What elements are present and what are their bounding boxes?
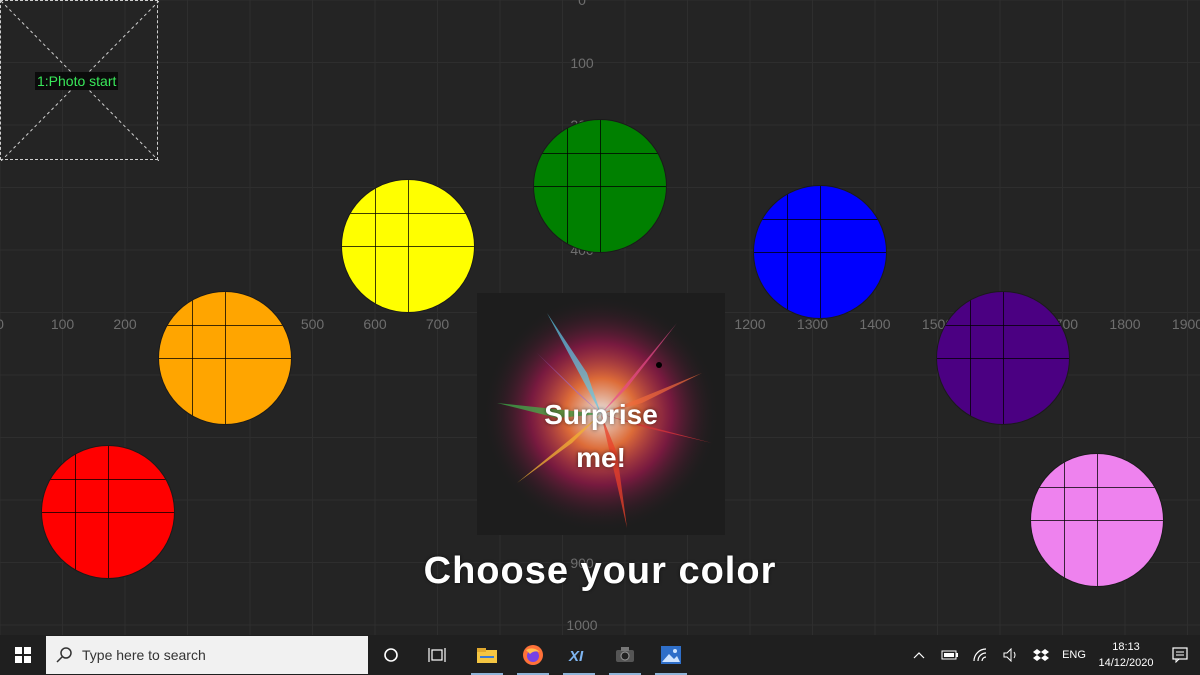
clock-date: 14/12/2020 — [1098, 657, 1154, 669]
action-center-button[interactable] — [1160, 635, 1200, 675]
chevron-up-icon — [913, 652, 925, 659]
circle-grid-line — [970, 292, 971, 424]
y-axis-tick-label: 0 — [578, 0, 586, 8]
circle-grid-line — [567, 120, 568, 252]
color-option-orange[interactable] — [158, 291, 292, 425]
circle-grid-line — [937, 358, 1069, 359]
dropbox-tray[interactable] — [1026, 635, 1056, 675]
circle-grid-line — [534, 153, 666, 154]
cortana-icon — [384, 648, 398, 662]
clock[interactable]: 18:13 14/12/2020 — [1092, 635, 1160, 675]
color-option-blue[interactable] — [753, 185, 887, 319]
taskbar-app-camera[interactable] — [602, 635, 648, 675]
surprise-line-2: me! — [576, 442, 626, 473]
search-icon — [56, 647, 72, 663]
task-view-button[interactable] — [414, 635, 460, 675]
circle-grid-line — [754, 219, 886, 220]
circle-grid-line — [1031, 520, 1163, 521]
circle-grid-line — [754, 252, 886, 253]
x-axis-tick-label: 1900 — [1171, 316, 1200, 332]
x-axis-tick-label: 1200 — [734, 316, 766, 332]
page-title: Choose your color — [423, 550, 777, 592]
surprise-me-label: Surprise me! — [477, 393, 725, 479]
start-button[interactable] — [0, 635, 46, 675]
circle-grid-line — [42, 512, 174, 513]
circle-grid-line — [42, 479, 174, 480]
circle-grid-line — [342, 213, 474, 214]
circle-grid-line — [1031, 487, 1163, 488]
windows-logo-icon — [15, 647, 31, 663]
color-option-green[interactable] — [533, 119, 667, 253]
camera-app-icon — [616, 647, 634, 662]
taskbar-search-box[interactable]: Type here to search — [46, 636, 368, 674]
notification-icon — [1172, 647, 1188, 663]
surprise-line-1: Surprise — [544, 399, 658, 430]
network-status[interactable] — [966, 635, 996, 675]
search-placeholder: Type here to search — [82, 647, 206, 663]
taskbar-app-file-explorer[interactable] — [464, 635, 510, 675]
wifi-icon — [973, 648, 987, 662]
circle-grid-line — [787, 186, 788, 318]
circle-grid-line — [192, 292, 193, 424]
circle-grid-line — [342, 246, 474, 247]
photos-icon — [661, 646, 681, 664]
x-axis-tick-label: 0 — [0, 316, 4, 332]
color-option-indigo[interactable] — [936, 291, 1070, 425]
taskbar-app-photos[interactable] — [648, 635, 694, 675]
xi-app-icon: XI — [568, 648, 584, 664]
speaker-icon — [1003, 648, 1016, 662]
circle-grid-line — [159, 325, 291, 326]
circle-grid-line — [534, 186, 666, 187]
photo-start-placeholder[interactable]: 1:Photo start — [0, 0, 159, 161]
task-view-icon — [428, 648, 446, 662]
cortana-button[interactable] — [368, 635, 414, 675]
show-hidden-icons-button[interactable] — [904, 635, 934, 675]
input-language[interactable]: ENG — [1056, 635, 1092, 675]
x-axis-tick-label: 200 — [113, 316, 137, 332]
battery-status[interactable] — [934, 635, 966, 675]
x-axis-tick-label: 500 — [300, 316, 325, 332]
x-axis-tick-label: 700 — [425, 316, 450, 332]
volume-control[interactable] — [996, 635, 1026, 675]
y-axis-tick-label: 1000 — [566, 617, 598, 633]
file-explorer-icon — [477, 648, 497, 663]
battery-icon — [941, 650, 958, 660]
taskbar: Type here to search XI ENG 18:13 14/12/2… — [0, 635, 1200, 675]
surprise-me-button[interactable]: Surprise me! — [477, 293, 725, 535]
circle-grid-line — [937, 325, 1069, 326]
x-axis-tick-label: 100 — [50, 316, 75, 332]
y-axis-tick-label: 100 — [570, 54, 594, 71]
clock-time: 18:13 — [1112, 641, 1140, 653]
circle-grid-line — [375, 180, 376, 312]
dropbox-icon — [1033, 649, 1049, 661]
svg-text:XI: XI — [568, 648, 584, 664]
taskbar-app-xi[interactable]: XI — [556, 635, 602, 675]
color-option-yellow[interactable] — [341, 179, 475, 313]
photo-start-label: 1:Photo start — [35, 72, 119, 90]
circle-grid-line — [159, 358, 291, 359]
x-axis-tick-label: 1400 — [859, 316, 891, 332]
taskbar-app-firefox[interactable] — [510, 635, 556, 675]
firefox-icon — [523, 645, 543, 665]
x-axis-tick-label: 1800 — [1109, 316, 1141, 332]
canvas-stage: 0100200300400500600700800900100011001200… — [0, 0, 1200, 635]
x-axis-tick-label: 600 — [363, 316, 387, 332]
